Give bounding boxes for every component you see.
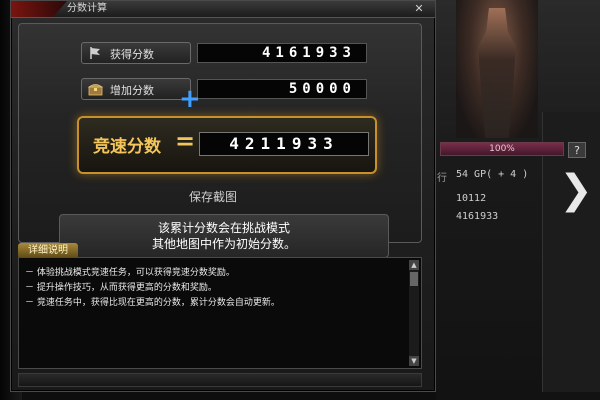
scroll-down-icon[interactable]: ▼ — [409, 356, 419, 366]
details-tab[interactable]: 详细说明 — [18, 243, 78, 258]
details-list: － 体验挑战模式竞速任务，可以获得竞速分数奖励。 － 提升操作技巧，从而获得更高… — [25, 266, 395, 311]
result-frame: 竞速分数 = 4211933 — [77, 116, 377, 174]
details-scrollbar[interactable]: ▲ ▼ — [409, 260, 419, 366]
stat-prefix-label: 行 — [437, 173, 447, 184]
dialog-titlebar: 分数计算 ✕ — [11, 1, 435, 18]
hp-bar: 100% — [440, 142, 564, 156]
earned-score-value: 4161933 — [197, 43, 367, 63]
bottom-strip — [18, 373, 422, 387]
score-panel: 获得分数 4161933 增加分数 50000 + 竞速分数 = 4211933… — [18, 23, 422, 258]
flag-icon — [90, 47, 100, 59]
next-arrow-icon[interactable]: ❯ — [556, 158, 596, 222]
scroll-up-icon[interactable]: ▲ — [409, 260, 419, 270]
earned-score-label: 获得分数 — [110, 48, 154, 61]
details-line: － 体验挑战模式竞速任务，可以获得竞速分数奖励。 — [25, 268, 235, 278]
details-line: － 提升操作技巧，从而获得更高的分数和奖励。 — [25, 283, 217, 293]
stat-score: 4161933 — [456, 211, 499, 222]
bonus-score-value: 50000 — [197, 79, 367, 99]
bonus-score-row: 增加分数 — [81, 78, 191, 100]
title-emblem-icon — [11, 1, 67, 17]
details-line: － 竞速任务中，获得比现在更高的分数，累计分数会自动更新。 — [25, 298, 280, 308]
close-button[interactable]: ✕ — [407, 1, 431, 16]
chest-icon — [88, 84, 103, 96]
scroll-thumb[interactable] — [410, 272, 418, 286]
notice-box: 该累计分数会在挑战模式 其他地图中作为初始分数。 — [59, 214, 389, 258]
dialog-title: 分数计算 — [67, 3, 107, 14]
race-score-label: 竞速分数 — [93, 137, 161, 157]
race-score-value: 4211933 — [199, 132, 369, 156]
bonus-score-label: 增加分数 — [110, 84, 154, 97]
score-calculation-dialog: 分数计算 ✕ 获得分数 4161933 增加分数 50000 + 竞速分数 = … — [10, 0, 436, 392]
earned-score-row: 获得分数 — [81, 42, 191, 64]
notice-line-1: 该累计分数会在挑战模式 — [157, 221, 290, 235]
notice-line-2: 其他地图中作为初始分数。 — [151, 237, 296, 251]
stat-count: 10112 — [456, 193, 487, 204]
save-screenshot-button[interactable]: 保存截图 — [189, 188, 237, 205]
plus-icon: + — [179, 84, 201, 114]
equals-icon: = — [175, 127, 196, 155]
stat-gp: 54 GP( + 4 ) — [456, 169, 529, 180]
help-button[interactable]: ? — [568, 142, 586, 158]
details-panel: － 体验挑战模式竞速任务，可以获得竞速分数奖励。 － 提升操作技巧，从而获得更高… — [18, 257, 422, 369]
